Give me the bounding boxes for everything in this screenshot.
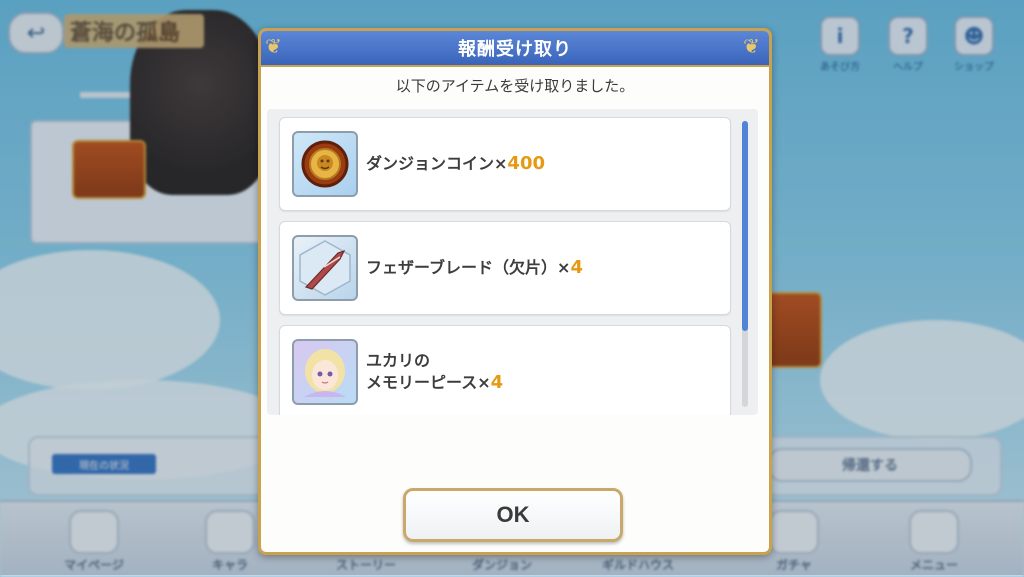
reward-quantity: 400 (507, 153, 545, 174)
reward-dialog: ❦ 報酬受け取り ❦ 以下のアイテムを受け取りました。 ダンジョンコイン× 400 (258, 28, 772, 555)
lion-coin-icon (292, 131, 358, 197)
reward-list[interactable]: ダンジョンコイン× 400 フェザーブレード（欠片）× 4 ユカリの メモリーピ… (267, 109, 758, 415)
reward-name-text: ダンジョンコイン× (366, 154, 508, 173)
reward-name-text: フェザーブレード（欠片）× (366, 258, 571, 277)
scrollbar[interactable] (742, 121, 748, 407)
ornament-icon: ❦ (743, 34, 760, 58)
yukari-portrait-icon (292, 339, 358, 405)
ornament-icon: ❦ (265, 34, 282, 58)
reward-name-line1: ユカリの (366, 351, 431, 370)
reward-item-name: ダンジョンコイン× 400 (366, 118, 706, 210)
scrollbar-thumb[interactable] (742, 121, 748, 331)
reward-name-line2: メモリーピース× (366, 373, 491, 392)
dialog-header: ❦ 報酬受け取り ❦ (261, 31, 769, 67)
reward-item: ダンジョンコイン× 400 (279, 117, 731, 211)
dialog-subtitle: 以下のアイテムを受け取りました。 (395, 77, 635, 95)
ok-button[interactable]: OK (403, 488, 623, 542)
reward-item-name: ユカリの メモリーピース×4 (366, 326, 706, 415)
reward-item: ユカリの メモリーピース×4 (279, 325, 731, 415)
feather-blade-icon (292, 235, 358, 301)
reward-quantity: 4 (490, 372, 504, 393)
dialog-title: 報酬受け取り (458, 39, 572, 60)
reward-quantity: 4 (570, 257, 583, 278)
reward-item-name: フェザーブレード（欠片）× 4 (366, 222, 706, 314)
reward-item: フェザーブレード（欠片）× 4 (279, 221, 731, 315)
